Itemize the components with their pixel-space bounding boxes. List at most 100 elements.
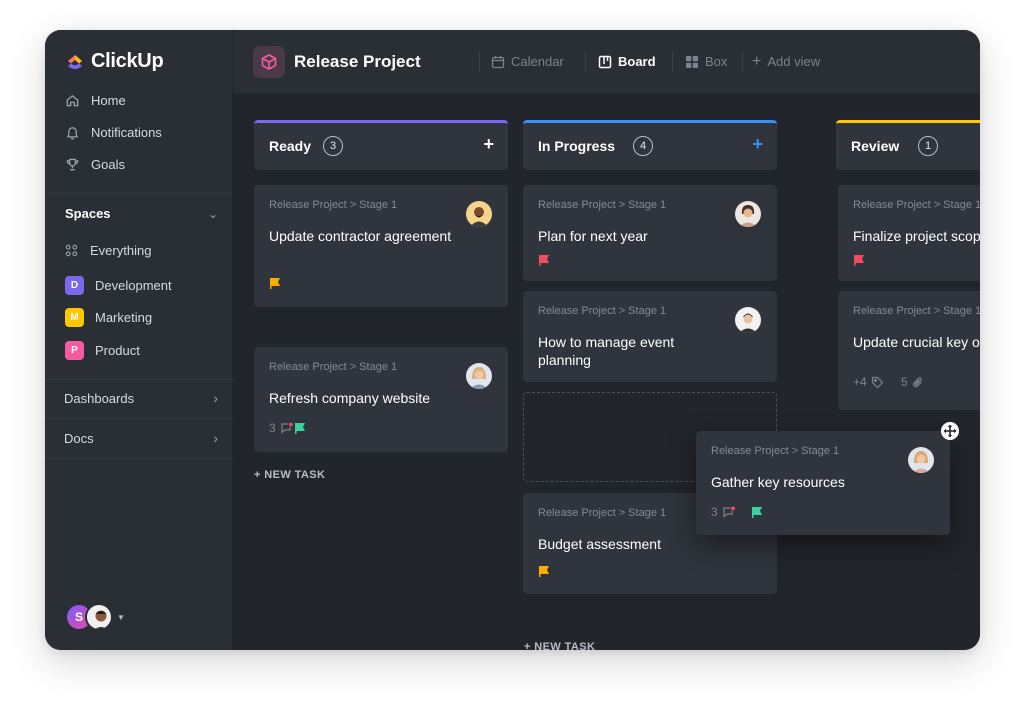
column-title: Review xyxy=(851,138,900,154)
priority-flag-icon[interactable] xyxy=(538,255,550,266)
card-breadcrumb: Release Project > Stage 1 xyxy=(269,199,398,211)
spaces-header[interactable]: Spaces xyxy=(65,206,111,221)
priority-flag-icon[interactable] xyxy=(269,278,281,289)
add-task-plus-icon[interactable]: + xyxy=(752,134,763,155)
card-breadcrumb: Release Project > Stage 1 xyxy=(711,445,840,457)
comments-count[interactable]: 3 xyxy=(269,421,294,435)
card-breadcrumb: Release Project > Stage 1 xyxy=(538,305,667,317)
app-window: ClickUp Home Notifications Goals Spaces … xyxy=(45,30,980,650)
space-marketing[interactable]: M Marketing xyxy=(65,308,152,327)
tab-calendar[interactable]: Calendar xyxy=(491,54,564,69)
sidebar-dashboards[interactable]: Dashboards xyxy=(64,391,134,406)
tab-box[interactable]: Box xyxy=(685,54,727,69)
column-header-ready: Ready 3 + xyxy=(254,120,508,170)
column-count-badge: 3 xyxy=(323,136,343,156)
bell-icon xyxy=(66,127,79,140)
page-title: Release Project xyxy=(294,52,421,71)
task-card[interactable]: Release Project > Stage 1 Refresh compan… xyxy=(254,347,508,452)
move-cursor-icon xyxy=(941,422,959,440)
priority-flag-icon[interactable] xyxy=(538,566,550,577)
tags-number: +4 xyxy=(853,375,867,389)
priority-flag-icon[interactable] xyxy=(294,423,306,434)
clickup-logo[interactable]: ClickUp xyxy=(65,50,164,73)
nav-goals[interactable]: Goals xyxy=(65,157,125,172)
dashboards-label: Dashboards xyxy=(64,391,135,406)
nav-notifications-label: Notifications xyxy=(91,125,162,140)
board: Ready 3 + Release Project > Stage 1 Upda… xyxy=(233,94,980,650)
new-task-button[interactable]: + NEW TASK xyxy=(254,469,325,481)
sidebar-divider xyxy=(45,193,233,194)
column-header-review: Review 1 xyxy=(836,120,980,170)
nav-home[interactable]: Home xyxy=(65,93,126,108)
card-breadcrumb: Release Project > Stage 1 xyxy=(538,507,667,519)
space-everything[interactable]: Everything xyxy=(64,243,151,258)
divider xyxy=(672,52,673,72)
card-breadcrumb: Release Project > Stage 1 xyxy=(853,305,980,317)
card-title: Finalize project scope xyxy=(853,228,980,244)
docs-label: Docs xyxy=(64,431,94,446)
project-icon xyxy=(253,46,285,78)
chevron-right-icon[interactable]: › xyxy=(213,390,218,406)
comments-count[interactable]: 3 xyxy=(711,505,736,519)
plus-icon: + xyxy=(752,53,762,70)
tab-box-label: Box xyxy=(705,54,728,69)
task-card[interactable]: Release Project > Stage 1 Update contrac… xyxy=(254,185,508,307)
caret-down-icon[interactable]: ▼ xyxy=(117,613,125,622)
sidebar-divider xyxy=(45,418,233,419)
priority-flag-icon[interactable] xyxy=(853,255,865,266)
attachments-number: 5 xyxy=(901,375,908,389)
home-icon xyxy=(66,94,79,107)
board-icon xyxy=(598,55,612,68)
add-task-plus-icon[interactable]: + xyxy=(483,134,494,155)
column-title: In Progress xyxy=(538,138,616,154)
user-menu[interactable]: S ▼ xyxy=(65,603,125,631)
tab-board[interactable]: Board xyxy=(598,54,656,69)
sidebar-divider xyxy=(45,379,233,380)
dragging-task-card[interactable]: Release Project > Stage 1 Gather key res… xyxy=(696,431,950,535)
nav-home-label: Home xyxy=(91,93,126,108)
task-card[interactable]: Release Project > Stage 1 How to manage … xyxy=(523,291,777,382)
priority-flag-icon[interactable] xyxy=(751,507,763,518)
new-task-button[interactable]: + NEW TASK xyxy=(524,641,595,650)
tag-icon xyxy=(871,376,884,388)
tags-count[interactable]: +4 xyxy=(853,375,884,389)
paperclip-icon xyxy=(912,376,922,387)
add-view-label: Add view xyxy=(767,54,821,69)
space-development[interactable]: D Development xyxy=(65,276,172,295)
comment-icon xyxy=(723,505,736,518)
app-name: ClickUp xyxy=(91,50,164,72)
column-title: Ready xyxy=(269,138,312,154)
assignee-avatar[interactable] xyxy=(466,201,492,227)
chevron-down-icon[interactable]: ⌄ xyxy=(208,207,218,221)
card-breadcrumb: Release Project > Stage 1 xyxy=(853,199,980,211)
card-title: Refresh company website xyxy=(269,390,431,406)
trophy-icon xyxy=(66,158,79,171)
nav-goals-label: Goals xyxy=(91,157,125,172)
assignee-avatar[interactable] xyxy=(466,363,492,389)
spaces-title: Spaces xyxy=(65,206,111,221)
card-breadcrumb: Release Project > Stage 1 xyxy=(538,199,667,211)
assignee-avatar[interactable] xyxy=(908,447,934,473)
task-card[interactable]: Release Project > Stage 1 Plan for next … xyxy=(523,185,777,281)
card-title: How to manage event planning xyxy=(538,334,675,368)
column-header-in-progress: In Progress 4 + xyxy=(523,120,777,170)
assignee-avatar[interactable] xyxy=(735,201,761,227)
attachments-count[interactable]: 5 xyxy=(901,375,924,389)
add-view-button[interactable]: + Add view xyxy=(752,53,821,70)
comments-number: 3 xyxy=(711,505,718,519)
comments-number: 3 xyxy=(269,421,276,435)
space-product[interactable]: P Product xyxy=(65,341,140,360)
calendar-icon xyxy=(491,55,505,68)
card-title: Budget assessment xyxy=(538,536,661,552)
sidebar: ClickUp Home Notifications Goals Spaces … xyxy=(45,30,233,650)
card-title: Plan for next year xyxy=(538,228,648,244)
task-card[interactable]: Release Project > Stage 1 Finalize proje… xyxy=(838,185,980,281)
sidebar-docs[interactable]: Docs xyxy=(64,431,94,446)
nav-notifications[interactable]: Notifications xyxy=(65,125,162,140)
card-title: Update contractor agreement xyxy=(269,228,452,244)
cube-icon xyxy=(261,54,277,70)
assignee-avatar[interactable] xyxy=(735,307,761,333)
task-card[interactable]: Release Project > Stage 1 Update crucial… xyxy=(838,291,980,410)
divider xyxy=(479,52,480,72)
chevron-right-icon[interactable]: › xyxy=(213,430,218,446)
